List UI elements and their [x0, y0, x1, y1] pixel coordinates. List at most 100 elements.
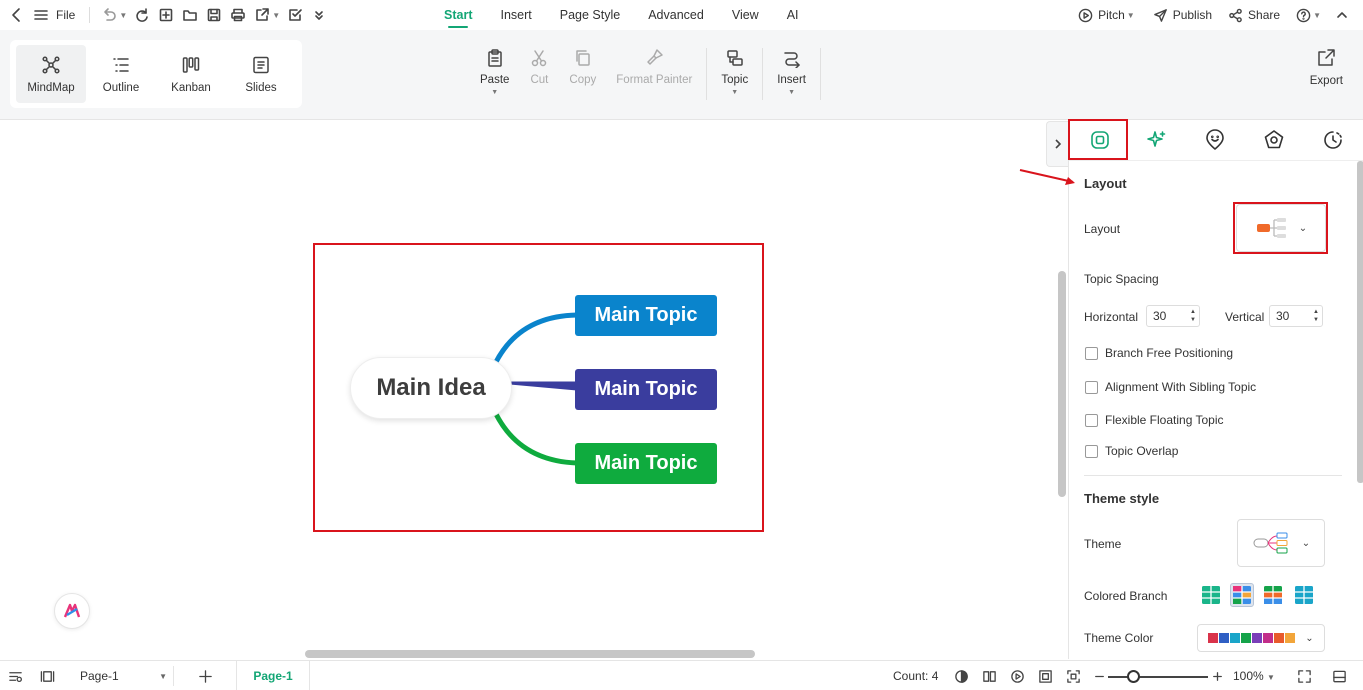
mindmap-icon [42, 55, 60, 74]
stepper-arrows-icon[interactable]: ▲ ▼ [1190, 308, 1196, 324]
horizontal-spacing-input[interactable]: 30 ▲ ▼ [1146, 305, 1200, 327]
zoom-slider-track[interactable] [1108, 676, 1208, 678]
paste-dropdown-icon[interactable]: ▼ [491, 89, 498, 96]
checkbox[interactable] [1085, 380, 1098, 394]
panel-collapse-button[interactable] [1046, 121, 1068, 167]
zoom-in-icon[interactable] [1210, 669, 1225, 687]
flexible-floating-topic-checkbox[interactable]: Flexible Floating Topic [1085, 413, 1224, 427]
checkbox[interactable] [1085, 413, 1098, 427]
panel-tab-ai[interactable] [1129, 121, 1185, 159]
brush-icon [647, 49, 664, 65]
page-select[interactable]: Page-1 ▼ [70, 666, 174, 686]
view-slides-button[interactable]: Slides [226, 45, 296, 103]
share-button[interactable]: Share [1228, 8, 1280, 23]
hamburger-menu-icon[interactable] [30, 4, 52, 26]
save-icon[interactable] [203, 4, 225, 26]
topic-button[interactable]: Topic ▼ [711, 48, 758, 110]
theme-color-swatch [1219, 633, 1230, 643]
vertical-spacing-input[interactable]: 30 ▲ ▼ [1269, 305, 1323, 327]
export-button[interactable]: Export [1310, 48, 1343, 87]
pitch-button[interactable]: Pitch ▼ [1078, 8, 1137, 23]
open-folder-icon[interactable] [179, 4, 201, 26]
zoom-level[interactable]: 100% ▼ [1233, 669, 1275, 683]
view-kanban-button[interactable]: Kanban [156, 45, 226, 103]
alignment-sibling-topic-checkbox[interactable]: Alignment With Sibling Topic [1085, 380, 1256, 394]
paste-button[interactable]: Paste ▼ [470, 48, 519, 110]
vertical-scrollbar[interactable] [1058, 271, 1066, 497]
redo-icon[interactable] [131, 4, 153, 26]
checkbox[interactable] [1085, 444, 1098, 458]
help-button[interactable]: ▼ [1296, 8, 1323, 23]
theme-preview-icon [1253, 532, 1288, 554]
theme-select[interactable]: ⌄ [1237, 519, 1325, 567]
main-topic-node-2[interactable]: Main Topic [575, 369, 717, 410]
checkbox[interactable] [1085, 346, 1098, 360]
undo-dropdown-icon[interactable]: ▼ [119, 11, 127, 20]
status-bar: Page-1 ▼ Page-1 Count: 4 100% ▼ [0, 660, 1363, 690]
tab-start[interactable]: Start [430, 0, 486, 30]
export-label: Export [1309, 75, 1343, 87]
back-icon[interactable] [6, 4, 28, 26]
insert-button[interactable]: Insert ▼ [767, 48, 816, 110]
main-idea-node[interactable]: Main Idea [350, 357, 512, 419]
format-painter-button[interactable]: Format Painter [606, 48, 702, 110]
branch-free-positioning-checkbox[interactable]: Branch Free Positioning [1085, 346, 1233, 360]
panel-tab-mark[interactable] [1187, 121, 1243, 159]
panel-tab-history[interactable] [1305, 121, 1361, 159]
tab-advanced[interactable]: Advanced [634, 0, 718, 30]
pitch-dropdown-icon: ▼ [1126, 10, 1135, 20]
page-settings-icon[interactable] [8, 669, 23, 687]
panel-tab-theme[interactable] [1246, 121, 1302, 159]
copy-icon [576, 50, 590, 66]
tab-view[interactable]: View [718, 0, 773, 30]
horizontal-scrollbar[interactable] [305, 650, 755, 658]
toggle-panel-icon[interactable] [1332, 669, 1347, 687]
file-menu[interactable]: File [56, 8, 75, 22]
zoom-out-icon[interactable] [1092, 669, 1107, 687]
collapse-ribbon-icon[interactable] [1331, 4, 1353, 26]
checkbox-label: Topic Overlap [1105, 444, 1179, 458]
tab-ai[interactable]: AI [773, 0, 813, 30]
theme-color-select[interactable]: ⌄ [1197, 624, 1325, 652]
zoom-slider-handle[interactable] [1127, 670, 1140, 683]
colored-branch-option-2[interactable] [1230, 583, 1254, 607]
insert-dropdown-icon[interactable]: ▼ [788, 89, 795, 96]
help-dropdown-icon: ▼ [1313, 10, 1321, 20]
topic-dropdown-icon[interactable]: ▼ [731, 89, 738, 96]
stepper-arrows-icon[interactable]: ▲ ▼ [1313, 308, 1319, 324]
layout-tab-highlight-box [1068, 119, 1128, 160]
new-file-icon[interactable] [155, 4, 177, 26]
more-dropdown-icon[interactable] [308, 4, 330, 26]
export-share-icon[interactable] [251, 4, 273, 26]
export-share-dropdown-icon[interactable]: ▼ [272, 11, 280, 20]
tab-page-style[interactable]: Page Style [546, 0, 634, 30]
book-view-icon[interactable] [982, 669, 997, 687]
view-mindmap-button[interactable]: MindMap [16, 45, 86, 103]
undo-icon[interactable] [98, 4, 120, 26]
page-list-icon[interactable] [40, 669, 55, 687]
main-topic-node-1[interactable]: Main Topic [575, 295, 717, 336]
fit-screen-icon[interactable] [1066, 669, 1081, 687]
page-tab-1[interactable]: Page-1 [236, 661, 310, 690]
topic-overlap-checkbox[interactable]: Topic Overlap [1085, 444, 1178, 458]
check-task-icon[interactable] [284, 4, 306, 26]
publish-button[interactable]: Publish [1153, 8, 1212, 23]
theme-contrast-icon[interactable] [954, 669, 969, 687]
tab-insert[interactable]: Insert [486, 0, 545, 30]
colored-branch-option-4[interactable] [1292, 583, 1316, 607]
mindmap-canvas[interactable]: Main Idea Main Topic Main Topic Main Top… [0, 121, 1068, 659]
colored-branch-option-3[interactable] [1261, 583, 1285, 607]
fit-page-icon[interactable] [1038, 669, 1053, 687]
panel-scrollbar[interactable] [1357, 161, 1363, 483]
colored-branch-option-1[interactable] [1199, 583, 1223, 607]
add-page-icon[interactable] [198, 669, 213, 687]
branch-connectors [493, 312, 580, 466]
cut-button[interactable]: Cut [519, 48, 559, 110]
main-topic-node-3[interactable]: Main Topic [575, 443, 717, 484]
play-slideshow-icon[interactable] [1010, 669, 1025, 687]
ai-assistant-button[interactable] [54, 593, 90, 629]
print-icon[interactable] [227, 4, 249, 26]
fullscreen-icon[interactable] [1297, 669, 1312, 687]
view-outline-button[interactable]: Outline [86, 45, 156, 103]
copy-button[interactable]: Copy [559, 48, 606, 110]
